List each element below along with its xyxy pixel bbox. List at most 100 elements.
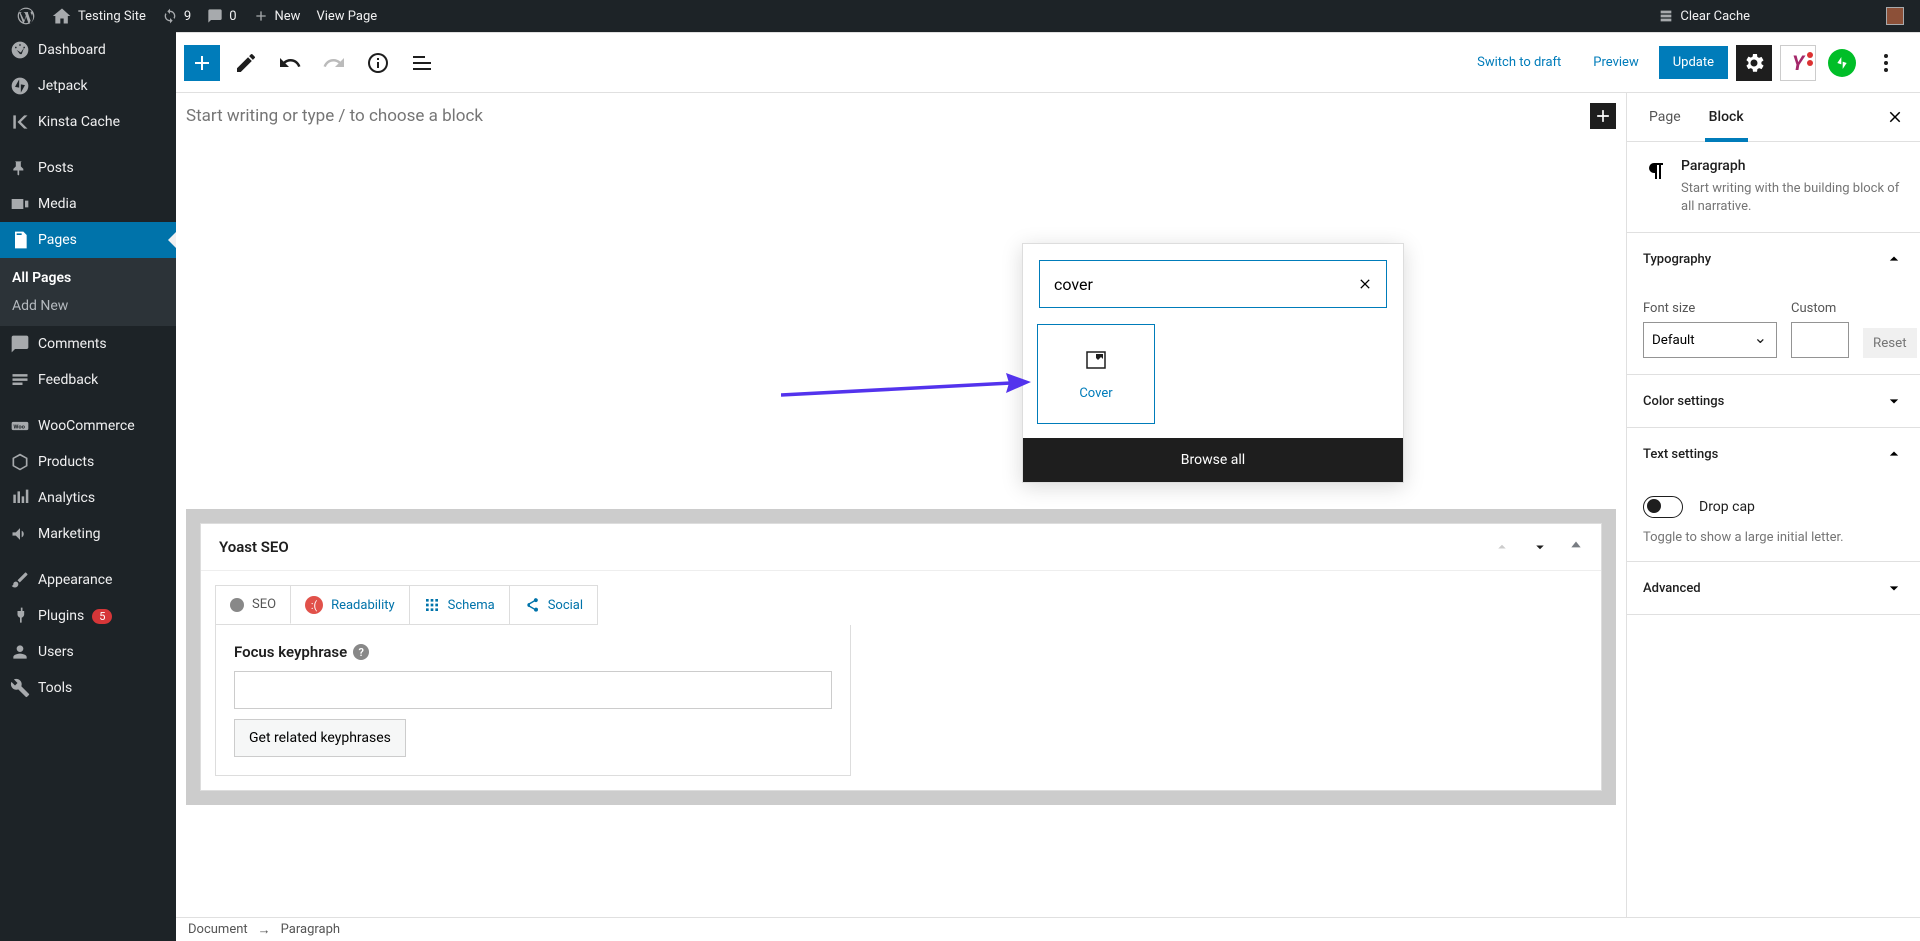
font-size-label: Font size [1643,301,1777,316]
comment-icon [207,8,223,24]
submenu-all-pages[interactable]: All Pages [0,264,176,292]
typography-panel-head[interactable]: Typography [1627,233,1920,285]
appearance-icon [10,570,30,590]
yoast-tab-schema[interactable]: Schema [410,586,510,624]
close-settings-button[interactable] [1878,100,1912,134]
settings-tab-page[interactable]: Page [1635,93,1695,141]
clear-cache-link[interactable]: Clear Cache [1650,0,1758,32]
block-result-label: Cover [1079,386,1112,401]
outline-button[interactable] [404,45,440,81]
admin-bar-spacer [1758,0,1878,32]
canvas-wrap[interactable]: Start writing or type / to choose a bloc… [176,93,1626,917]
refresh-icon [162,8,178,24]
focus-keyphrase-input[interactable] [234,671,832,709]
media-icon [10,194,30,214]
yoast-toggle-button[interactable]: Y [1780,45,1816,81]
color-panel-head[interactable]: Color settings [1627,375,1920,427]
breadcrumb-block[interactable]: Paragraph [281,922,340,937]
gear-icon [1742,51,1766,75]
yoast-tabs: SEO :(Readability Schema Social [215,585,598,625]
sidebar-item-marketing[interactable]: Marketing [0,516,176,552]
sidebar-item-posts[interactable]: Posts [0,150,176,186]
yoast-status-dots [1807,52,1813,66]
block-placeholder[interactable]: Start writing or type / to choose a bloc… [186,106,483,126]
sidebar-item-plugins[interactable]: Plugins5 [0,598,176,634]
text-panel-head[interactable]: Text settings [1627,428,1920,480]
comments-link[interactable]: 0 [199,0,244,32]
redo-button[interactable] [316,45,352,81]
sidebar-item-jetpack[interactable]: Jetpack [0,68,176,104]
submenu-add-new[interactable]: Add New [0,292,176,320]
font-size-select[interactable]: Default [1643,322,1777,358]
sidebar-item-feedback[interactable]: Feedback [0,362,176,398]
block-info: Paragraph Start writing with the buildin… [1627,142,1920,232]
sidebar-item-kinsta[interactable]: Kinsta Cache [0,104,176,140]
settings-tab-block[interactable]: Block [1695,93,1758,141]
edit-mode-button[interactable] [228,45,264,81]
reset-font-button[interactable]: Reset [1863,328,1917,358]
settings-sidebar: Page Block Paragraph Start writing with … [1626,93,1920,917]
sidebar-item-products[interactable]: Products [0,444,176,480]
sidebar-item-users[interactable]: Users [0,634,176,670]
kinsta-icon [10,112,30,132]
pages-icon [10,230,30,250]
sidebar-item-woo[interactable]: WooWooCommerce [0,408,176,444]
custom-font-size-input[interactable] [1791,322,1849,358]
sidebar-item-comments[interactable]: Comments [0,326,176,362]
plugins-icon [10,606,30,626]
yoast-metabox: Yoast SEO SEO :(Readability Sc [200,523,1602,791]
update-button[interactable]: Update [1659,46,1728,79]
custom-label: Custom [1791,301,1849,316]
help-icon[interactable]: ? [353,644,369,660]
cache-icon [1658,8,1674,24]
yoast-tab-social[interactable]: Social [510,586,597,624]
undo-icon [278,51,302,75]
metabox-up-button[interactable] [1493,538,1511,556]
advanced-panel-head[interactable]: Advanced [1627,562,1920,614]
woo-icon: Woo [10,416,30,436]
focus-keyphrase-label: Focus keyphrase? [234,643,832,661]
settings-toggle-button[interactable] [1736,45,1772,81]
wordpress-icon [16,6,36,26]
block-search-input[interactable] [1039,260,1387,308]
wp-logo[interactable] [8,0,44,32]
chevron-up-icon [1493,538,1511,556]
sidebar-item-dashboard[interactable]: Dashboard [0,32,176,68]
updates-link[interactable]: 9 [154,0,199,32]
metabox-down-button[interactable] [1531,538,1549,556]
drop-cap-help: Toggle to show a large initial letter. [1643,530,1904,545]
more-menu-button[interactable] [1868,45,1904,81]
breadcrumb-document[interactable]: Document [188,922,248,937]
inline-add-button[interactable] [1590,103,1616,129]
related-keyphrases-button[interactable]: Get related keyphrases [234,719,406,757]
yoast-tab-readability[interactable]: :(Readability [291,586,410,624]
view-page-link[interactable]: View Page [308,0,385,32]
sidebar-item-appearance[interactable]: Appearance [0,562,176,598]
jetpack-toggle-button[interactable] [1824,45,1860,81]
metabox-toggle-button[interactable] [1569,538,1583,556]
sidebar-item-tools[interactable]: Tools [0,670,176,706]
info-button[interactable] [360,45,396,81]
yoast-seo-panel: Focus keyphrase? Get related keyphrases [215,625,851,776]
sidebar-item-pages[interactable]: Pages [0,222,176,258]
add-block-button[interactable] [184,45,220,81]
users-icon [10,642,30,662]
kebab-icon [1874,51,1898,75]
switch-draft-button[interactable]: Switch to draft [1465,47,1573,78]
drop-cap-label: Drop cap [1699,499,1755,515]
chevron-up-icon [1884,444,1904,464]
user-menu[interactable] [1878,0,1912,32]
sidebar-item-media[interactable]: Media [0,186,176,222]
browse-all-button[interactable]: Browse all [1023,438,1403,482]
site-link[interactable]: Testing Site [44,0,154,32]
undo-button[interactable] [272,45,308,81]
new-link[interactable]: New [245,0,309,32]
drop-cap-toggle[interactable] [1643,496,1683,518]
yoast-tab-seo[interactable]: SEO [216,586,291,624]
preview-button[interactable]: Preview [1581,47,1650,78]
clear-search-button[interactable] [1357,276,1373,292]
block-result-cover[interactable]: Cover [1037,324,1155,424]
sidebar-item-analytics[interactable]: Analytics [0,480,176,516]
block-name: Paragraph [1681,158,1904,174]
tools-icon [10,678,30,698]
